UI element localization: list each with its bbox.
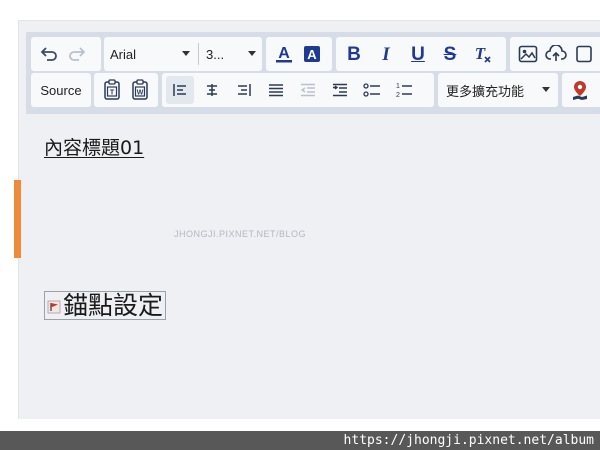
indent-icon <box>333 83 347 97</box>
numbered-list-icon: 1 2 <box>396 83 412 99</box>
text-color-button[interactable]: A <box>270 40 298 68</box>
svg-text:T: T <box>110 90 115 97</box>
remove-format-icon: T <box>475 44 491 63</box>
source-group: Source <box>31 73 91 107</box>
strikethrough-button[interactable]: S <box>436 40 464 68</box>
align-center-button[interactable] <box>198 76 226 104</box>
anchor-element[interactable]: 錨點設定 <box>44 291 167 320</box>
paste-word-button[interactable]: W <box>126 76 154 104</box>
indent-button[interactable] <box>326 76 354 104</box>
history-group <box>31 37 101 71</box>
svg-text:W: W <box>137 90 144 97</box>
svg-text:1: 1 <box>396 83 400 90</box>
svg-text:2: 2 <box>396 92 400 99</box>
font-family-select[interactable]: Arial <box>110 47 190 62</box>
anchor-text: 錨點設定 <box>63 291 164 320</box>
underline-button[interactable]: U <box>404 40 432 68</box>
paste-text-icon: T <box>104 79 120 100</box>
media-group <box>510 37 600 71</box>
text-style-group: B I U S T <box>336 37 506 71</box>
justify-button[interactable] <box>262 76 290 104</box>
insert-image-button[interactable] <box>514 40 542 68</box>
chevron-down-icon <box>248 51 256 56</box>
bulleted-list-icon <box>363 83 380 97</box>
numbered-list-button[interactable]: 1 2 <box>390 76 418 104</box>
paragraph-group: 1 2 <box>162 73 434 107</box>
album-url: https://jhongji.pixnet.net/album <box>343 433 594 448</box>
align-left-icon <box>173 84 186 96</box>
text-color-icon: A <box>276 45 292 63</box>
chevron-down-icon <box>542 87 550 92</box>
align-right-button[interactable] <box>230 76 258 104</box>
extensions-group: 更多擴充功能 <box>438 73 558 107</box>
map-group <box>562 73 600 107</box>
more-features-label: 更多擴充功能 <box>446 83 525 99</box>
remove-format-button[interactable]: T <box>468 40 496 68</box>
watermark-text: JHONGJI.PIXNET.NET/BLOG <box>174 229 307 239</box>
chevron-down-icon <box>182 51 190 56</box>
font-size-select[interactable]: 3... <box>206 47 256 62</box>
divider <box>198 43 199 65</box>
strikethrough-icon: S <box>443 43 457 65</box>
embed-button[interactable] <box>570 40 598 68</box>
redo-button[interactable] <box>63 40 91 68</box>
undo-icon <box>40 47 57 61</box>
more-features-select[interactable]: 更多擴充功能 <box>446 81 550 100</box>
svg-text:A: A <box>307 47 317 62</box>
background-color-icon: A <box>304 46 320 62</box>
align-right-icon <box>238 84 251 96</box>
align-center-icon <box>207 84 217 96</box>
underline-icon: U <box>411 43 425 65</box>
paste-group: T W <box>94 73 158 107</box>
align-left-button[interactable] <box>166 76 194 104</box>
image-icon <box>518 45 538 63</box>
font-family-value: Arial <box>110 46 137 62</box>
editor-toolbar: Arial 3... A A B I U S T Source T W 1 2 … <box>26 32 600 114</box>
background-color-button[interactable]: A <box>298 40 326 68</box>
outdent-icon <box>300 83 315 97</box>
source-button[interactable]: Source <box>40 83 81 98</box>
cloud-upload-icon <box>545 45 567 61</box>
svg-text:T: T <box>475 44 486 63</box>
paste-word-icon: W <box>132 79 148 100</box>
color-group: A A <box>266 37 332 71</box>
font-group: Arial 3... <box>104 37 262 71</box>
italic-icon: I <box>382 43 390 65</box>
undo-button[interactable] <box>35 40 63 68</box>
svg-text:A: A <box>278 45 290 62</box>
side-tab[interactable] <box>14 180 21 258</box>
insert-map-button[interactable] <box>566 76 594 104</box>
font-size-value: 3... <box>206 46 225 62</box>
redo-icon <box>69 47 86 61</box>
paste-text-button[interactable]: T <box>98 76 126 104</box>
bold-icon: B <box>347 43 361 65</box>
bulleted-list-button[interactable] <box>358 76 386 104</box>
italic-button[interactable]: I <box>372 40 400 68</box>
anchor-flag-icon <box>47 300 61 314</box>
map-pin-icon <box>573 81 587 100</box>
content-heading: 內容標題01 <box>44 137 145 159</box>
watermark-bar: https://jhongji.pixnet.net/album <box>0 431 600 450</box>
upload-button[interactable] <box>542 40 570 68</box>
outdent-button[interactable] <box>294 76 322 104</box>
align-justify-icon <box>269 84 283 97</box>
bold-button[interactable]: B <box>340 40 368 68</box>
embed-icon <box>576 45 592 63</box>
